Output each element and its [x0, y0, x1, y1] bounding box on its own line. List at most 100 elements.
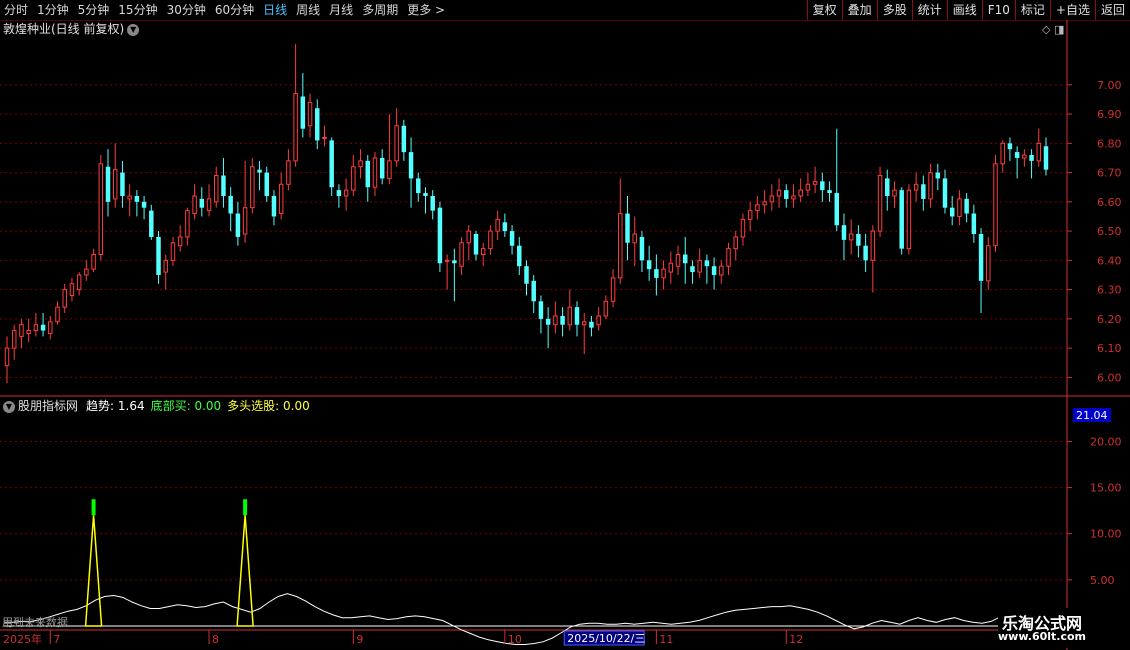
candle-body-up — [177, 236, 183, 247]
candle-body-up — [661, 268, 666, 279]
candle-body-up — [928, 172, 933, 200]
candle-body-down — [654, 269, 659, 278]
candle-body-down — [1007, 143, 1013, 150]
candle-body-up — [495, 218, 500, 232]
candle-body-down — [502, 222, 508, 232]
candle-body-up — [906, 189, 912, 250]
candle-body-up — [791, 195, 796, 200]
candle-body-up — [98, 163, 104, 255]
bottom-buy-spike — [84, 515, 103, 627]
candle-body-down — [899, 190, 904, 249]
candle-body-down — [221, 175, 226, 196]
candle-body-down — [935, 172, 941, 179]
candle-body-down — [437, 207, 443, 264]
candle-body-down — [264, 172, 269, 196]
candle-body-up — [48, 321, 53, 334]
candle-body-up — [459, 242, 464, 267]
candle-body-down — [120, 172, 125, 196]
candle-body-up — [242, 207, 248, 235]
date-label: 11 — [659, 633, 673, 646]
price-tick-label: 6.80 — [1097, 137, 1122, 150]
indicator-tick-label: 5.00 — [1090, 574, 1115, 587]
candle-body-up — [1000, 142, 1005, 165]
candle-body-up — [603, 300, 609, 317]
trend-label: 趋势: 1.64 — [86, 399, 145, 413]
candle-body-up — [798, 189, 803, 197]
candle-body-down — [1043, 146, 1049, 170]
date-label: 8 — [212, 633, 219, 646]
candle-body-up — [322, 136, 327, 139]
candle-body-down — [639, 236, 645, 261]
candle-body-up — [112, 169, 118, 200]
candle-body-down — [228, 195, 233, 214]
candle-body-up — [567, 306, 573, 326]
bottom-buy-marker — [243, 499, 248, 516]
site-logo: 乐淘公式网 www.60lt.com — [998, 608, 1128, 648]
candle-body-down — [531, 280, 536, 302]
candle-body-down — [40, 324, 46, 331]
candle-body-down — [379, 157, 385, 179]
candle-body-down — [885, 178, 890, 196]
candle-body-up — [293, 93, 298, 162]
bottom-buy-marker — [91, 499, 96, 516]
kline-chart[interactable]: 7.00 6.90 6.80 6.70 6.60 6.50 6.40 6.30 6.20 6.10… — [0, 0, 1130, 650]
candle-body-down — [978, 234, 984, 281]
candle-body-down — [784, 190, 789, 199]
candle-body-down — [149, 210, 154, 237]
candle-body-down — [257, 169, 262, 173]
candle-body-up — [192, 195, 197, 215]
candle-body-up — [892, 189, 897, 197]
price-tick-label: 6.40 — [1097, 254, 1122, 267]
candle-body-up — [33, 324, 39, 332]
candle-body-down — [949, 207, 955, 217]
indicator-name[interactable]: 股朋指标网 — [18, 399, 78, 413]
candle-body-up — [986, 245, 991, 282]
candle-body-down — [271, 195, 277, 217]
future-data-note: 用到未来数据 — [2, 616, 68, 629]
candle-body-down — [574, 307, 580, 325]
candle-body-down — [134, 195, 140, 202]
candle-body-up — [776, 189, 782, 197]
candle-body-up — [69, 283, 75, 296]
candle-body-down — [646, 260, 652, 270]
chevron-down-icon[interactable]: ▼ — [3, 400, 15, 413]
candle-body-down — [524, 266, 529, 284]
candle-body-down — [690, 266, 695, 273]
date-label: 7 — [53, 633, 60, 646]
candle-body-down — [315, 108, 320, 141]
multi-select-label: 多头选股: 0.00 — [227, 399, 310, 413]
price-tick-label: 6.00 — [1097, 371, 1122, 384]
candle-body-down — [921, 184, 926, 199]
candle-body-down — [863, 245, 868, 261]
candle-body-up — [372, 157, 378, 188]
candle-body-up — [1036, 142, 1042, 162]
candle-body-up — [755, 204, 760, 212]
price-tick-label: 6.70 — [1097, 167, 1122, 180]
crosshair-date-label: 2025/10/22/三 — [567, 632, 645, 645]
candle-body-down — [841, 225, 847, 240]
candle-body-down — [401, 125, 407, 153]
price-tick-label: 7.00 — [1097, 79, 1122, 92]
candle-body-up — [343, 189, 349, 197]
indicator-tick-label: 20.00 — [1090, 435, 1122, 448]
candle-body-up — [848, 233, 854, 241]
current-value-label: 21.04 — [1076, 409, 1108, 422]
candle-body-down — [589, 321, 594, 328]
candle-body-down — [625, 213, 630, 243]
date-label: 12 — [789, 633, 803, 646]
candle-body-down — [156, 236, 161, 275]
candle-body-up — [697, 259, 702, 273]
candle-body-up — [805, 183, 811, 191]
candle-body-up — [596, 315, 601, 326]
candle-body-up — [610, 277, 616, 302]
candle-body-up — [76, 274, 82, 291]
candle-body-down — [141, 201, 147, 208]
candle-body-up — [747, 210, 753, 220]
bottom-buy-spike — [236, 515, 254, 627]
candle-body-up — [55, 306, 60, 323]
candle-body-up — [480, 248, 486, 255]
candle-body-up — [351, 166, 356, 191]
candle-body-up — [4, 347, 10, 367]
price-tick-label: 6.90 — [1097, 108, 1122, 121]
candle-body-up — [250, 166, 255, 209]
